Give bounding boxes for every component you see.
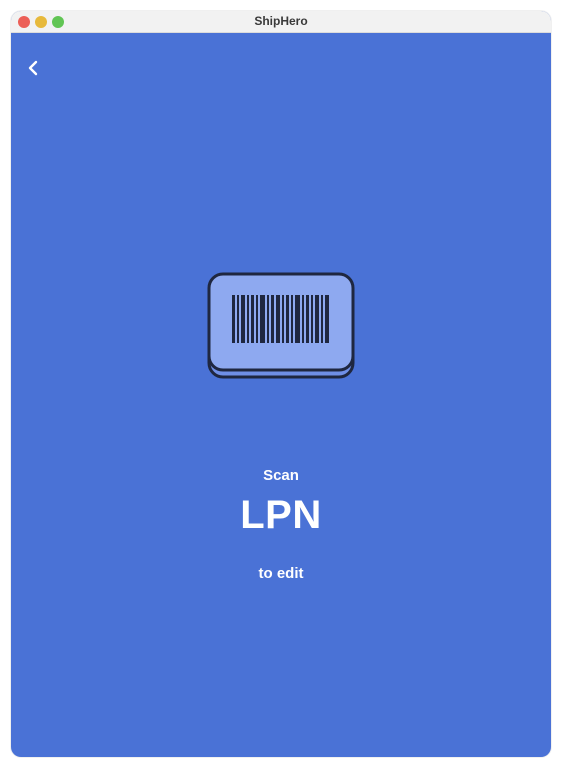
scan-action-label: to edit: [258, 565, 304, 582]
barcode-icon: [207, 272, 355, 379]
scan-screen: Scan LPN to edit: [11, 33, 551, 757]
scan-target-title: LPN: [240, 493, 322, 537]
chevron-left-icon: [28, 60, 38, 76]
back-button[interactable]: [23, 57, 45, 79]
title-bar: ShipHero: [11, 11, 551, 33]
window-title: ShipHero: [254, 14, 308, 28]
scan-prompt-label: Scan: [263, 467, 299, 484]
barcode-card-illustration: [206, 271, 356, 381]
app-window: ShipHero Scan LPN to edit: [11, 11, 551, 757]
